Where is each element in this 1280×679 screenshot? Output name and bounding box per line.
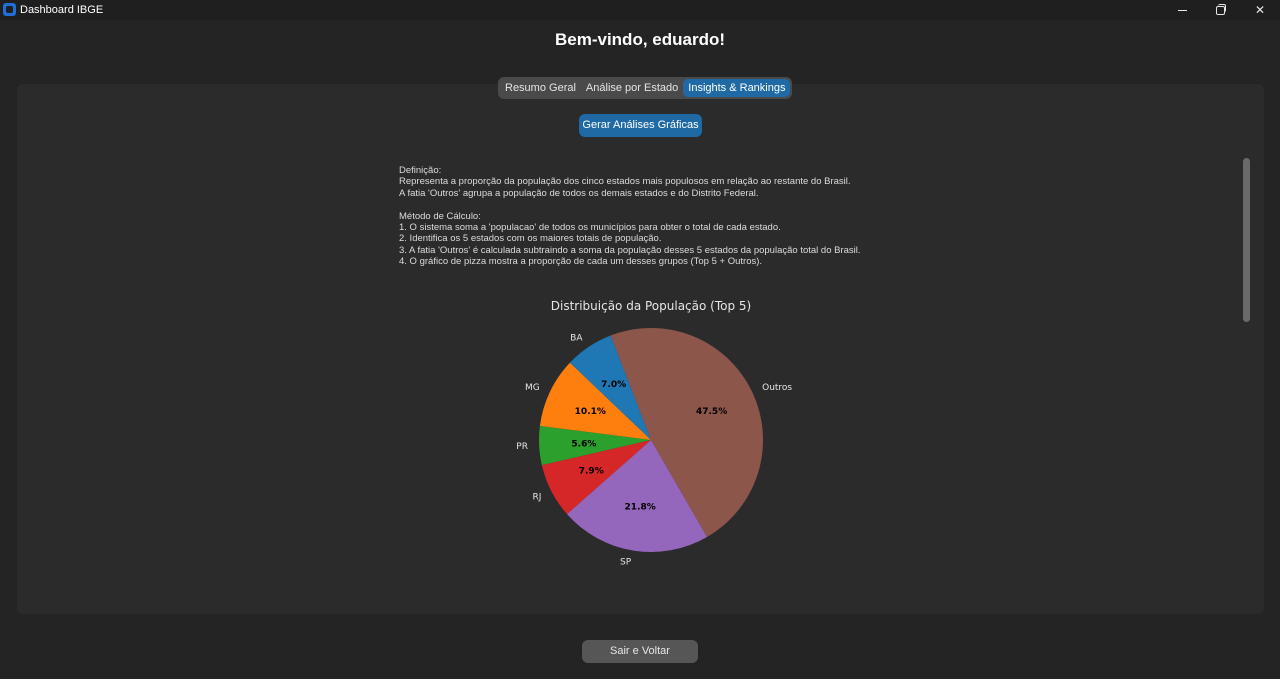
- method-line: 3. A fatia 'Outros' é calculada subtrain…: [399, 244, 861, 256]
- generate-analyses-button[interactable]: Gerar Análises Gráficas: [579, 114, 702, 137]
- definition-line: Representa a proporção da população dos …: [399, 176, 851, 188]
- slice-percent-outros: 47.5%: [696, 407, 727, 417]
- slice-percent-mg: 10.1%: [575, 407, 606, 417]
- app-icon: [3, 3, 16, 16]
- minimize-icon: [1177, 9, 1187, 11]
- welcome-heading: Bem-vindo, eduardo!: [554, 30, 725, 49]
- vertical-scrollbar[interactable]: [1243, 158, 1250, 322]
- close-icon: ✕: [1254, 3, 1266, 17]
- tab-resumo-geral[interactable]: Resumo Geral: [500, 79, 581, 97]
- method-line: 1. O sistema soma a 'populacao' de todos…: [399, 222, 781, 234]
- tab-analise-por-estado[interactable]: Análise por Estado: [581, 79, 683, 97]
- close-button[interactable]: ✕: [1240, 0, 1280, 20]
- chart-title: Distribuição da População (Top 5): [551, 299, 751, 313]
- method-title: Método de Cálculo:: [399, 210, 481, 222]
- description-text: Definição: Representa a proporção da pop…: [399, 165, 919, 268]
- slice-label-rj: RJ: [533, 492, 542, 502]
- exit-button[interactable]: Sair e Voltar: [582, 640, 698, 663]
- minimize-button[interactable]: [1162, 0, 1202, 20]
- slice-label-mg: MG: [525, 383, 540, 393]
- method-line: 4. O gráfico de pizza mostra a proporção…: [399, 256, 763, 268]
- slice-label-sp: SP: [620, 558, 632, 568]
- method-line: 2. Identifica os 5 estados com os maiore…: [399, 233, 662, 245]
- title-bar: Dashboard IBGE ✕: [0, 0, 1280, 20]
- population-pie-chart: Outros 47.5% BA 7.0% MG 10.1% PR 5.6% RJ 7.9% SP 21…: [470, 290, 830, 580]
- slice-percent-sp: 21.8%: [625, 502, 656, 512]
- definition-title: Definição:: [399, 165, 442, 176]
- slice-percent-ba: 7.0%: [601, 380, 626, 390]
- maximize-button[interactable]: [1200, 0, 1240, 20]
- definition-line: A fatia 'Outros' agrupa a população de t…: [399, 187, 759, 199]
- slice-label-ba: BA: [570, 334, 583, 344]
- window-title: Dashboard IBGE: [20, 4, 104, 16]
- tab-bar: Resumo Geral Análise por Estado Insights…: [498, 77, 793, 99]
- restore-icon: [1215, 3, 1226, 15]
- slice-percent-rj: 7.9%: [579, 467, 604, 477]
- slice-label-outros: Outros: [762, 383, 792, 393]
- tab-insights-rankings[interactable]: Insights & Rankings: [683, 79, 791, 97]
- slice-percent-pr: 5.6%: [571, 439, 596, 449]
- slice-label-pr: PR: [516, 442, 528, 452]
